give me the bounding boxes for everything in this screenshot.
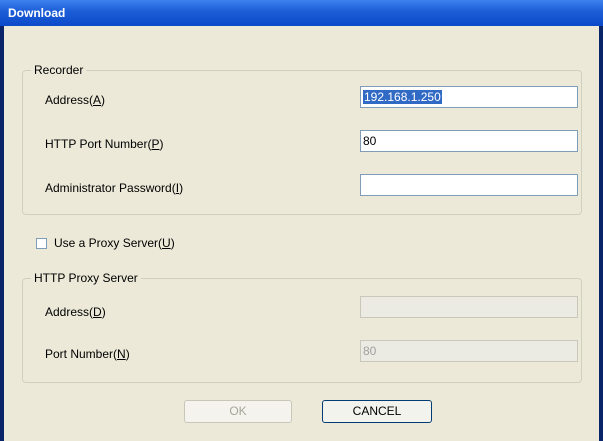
http-port-label: HTTP Port Number(P) [45, 137, 164, 151]
recorder-group-title: Recorder [31, 63, 87, 77]
http-port-input[interactable]: 80 [360, 130, 578, 152]
proxy-port-label: Port Number(N) [45, 347, 130, 361]
http-port-value: 80 [363, 134, 377, 148]
proxy-port-input[interactable]: 80 [360, 340, 578, 362]
admin-password-label: Administrator Password(I) [45, 181, 184, 195]
use-proxy-label: Use a Proxy Server(U) [54, 236, 175, 250]
admin-password-input[interactable] [360, 174, 578, 196]
dialog-body: Recorder Address(A) 192.168.1.250 HTTP P… [4, 26, 599, 441]
recorder-address-input[interactable]: 192.168.1.250 [360, 86, 578, 108]
recorder-address-value: 192.168.1.250 [363, 90, 442, 104]
proxy-address-label: Address(D) [45, 305, 106, 319]
window-title: Download [8, 6, 66, 20]
title-bar[interactable]: Download [0, 0, 603, 26]
proxy-address-input[interactable] [360, 296, 578, 318]
proxy-group: HTTP Proxy Server [22, 271, 582, 383]
cancel-button[interactable]: CANCEL [322, 400, 432, 423]
recorder-address-label: Address(A) [45, 93, 106, 107]
proxy-group-title: HTTP Proxy Server [31, 271, 141, 285]
download-dialog: Download Recorder Address(A) 192.168.1.2… [0, 0, 603, 441]
use-proxy-checkbox-row[interactable]: Use a Proxy Server(U) [36, 236, 175, 250]
use-proxy-checkbox[interactable] [36, 237, 47, 249]
ok-button[interactable]: OK [184, 400, 292, 423]
proxy-port-value: 80 [363, 344, 377, 358]
